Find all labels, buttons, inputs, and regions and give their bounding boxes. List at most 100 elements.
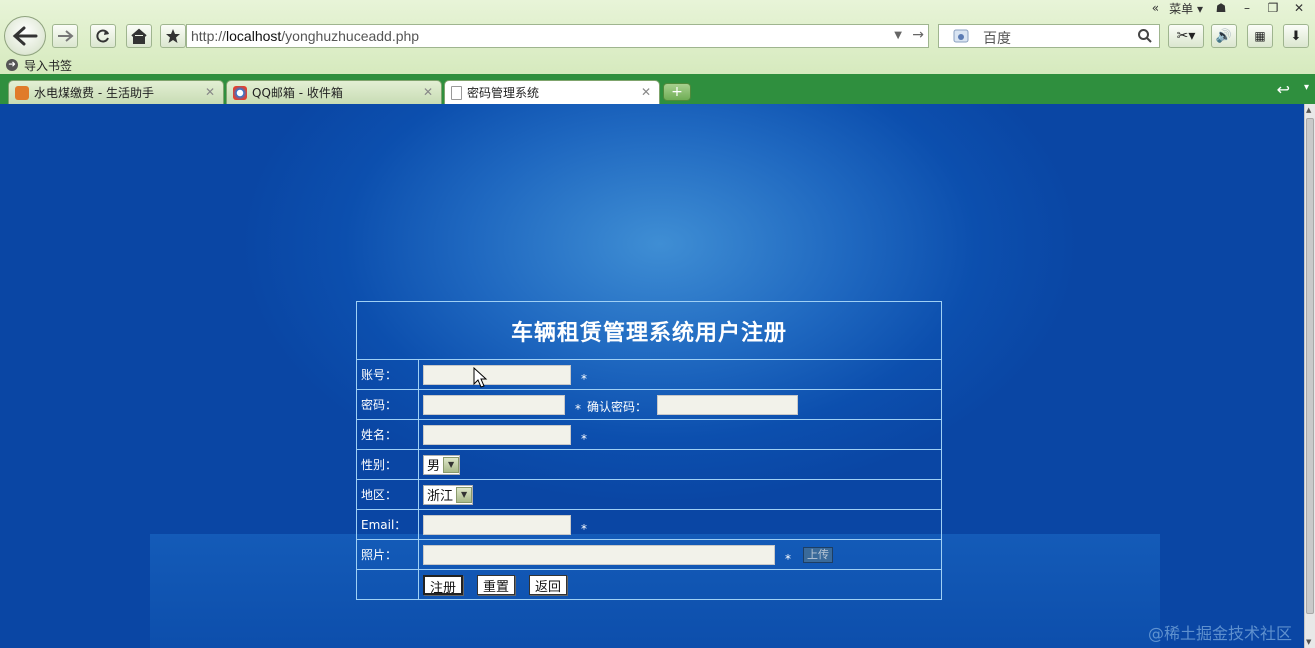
- menu-button[interactable]: 菜单 ▾: [1169, 0, 1203, 17]
- region-row: 浙江 ▼: [418, 479, 942, 510]
- confirm-password-input[interactable]: [657, 394, 799, 415]
- name-input[interactable]: [423, 424, 571, 445]
- region-value: 浙江: [427, 489, 454, 504]
- close-window-icon[interactable]: ✕: [1291, 1, 1307, 15]
- gender-value: 男: [427, 459, 441, 474]
- email-label: Email：: [356, 509, 419, 540]
- gender-label: 性别：: [356, 449, 419, 480]
- account-row: *: [418, 359, 942, 390]
- required-mark: *: [581, 431, 587, 446]
- scroll-thumb[interactable]: [1306, 118, 1314, 614]
- restore-icon[interactable]: ❐: [1265, 1, 1281, 15]
- back-form-button[interactable]: 返回: [529, 574, 568, 595]
- confirm-password-label: 确认密码：: [587, 400, 648, 414]
- url-host: localhost: [226, 28, 282, 44]
- home-button[interactable]: [126, 24, 152, 48]
- tab-utility-payment[interactable]: 水电煤缴费 - 生活助手 ✕: [8, 80, 224, 104]
- undo-close-tab-icon[interactable]: ↩: [1277, 80, 1290, 99]
- actions-label-cell: [356, 569, 419, 600]
- address-dropdown-icon[interactable]: ▼: [894, 30, 902, 41]
- back-arrow-icon: [12, 26, 38, 46]
- photo-label: 照片：: [356, 539, 419, 570]
- gender-row: 男 ▼: [418, 449, 942, 480]
- mouse-cursor-icon: [473, 367, 488, 388]
- watermark-text: @稀土掘金技术社区: [1148, 624, 1293, 643]
- url-prefix: http://: [191, 28, 227, 44]
- tab-label: 密码管理系统: [467, 86, 540, 100]
- favorite-button[interactable]: [160, 24, 186, 48]
- password-input[interactable]: [423, 394, 565, 415]
- star-icon: [166, 29, 180, 43]
- new-tab-button[interactable]: +: [663, 83, 691, 101]
- search-bar[interactable]: 百度: [938, 24, 1160, 48]
- refresh-icon: [96, 29, 109, 43]
- tab-password-manager[interactable]: 密码管理系统 ✕: [444, 80, 660, 104]
- photo-row: * 上传: [418, 539, 942, 570]
- photo-input[interactable]: [423, 544, 775, 565]
- chevron-down-icon[interactable]: ▼: [456, 486, 473, 503]
- screenshot-button[interactable]: ✂▾: [1168, 24, 1204, 48]
- tabstrip-controls: ↩ ▾: [1277, 80, 1309, 99]
- payment-favicon: [15, 85, 29, 100]
- import-bookmarks-link[interactable]: 导入书签: [24, 57, 72, 74]
- scroll-up-icon[interactable]: ▲: [1306, 106, 1311, 114]
- account-input[interactable]: [423, 364, 571, 385]
- refresh-button[interactable]: [90, 24, 116, 48]
- address-bar[interactable]: http://localhost/yonghuzhuceadd.php ▼ →: [186, 24, 929, 48]
- tab-qq-mail[interactable]: QQ邮箱 - 收件箱 ✕: [226, 80, 442, 104]
- menu-label: 菜单: [1169, 1, 1194, 16]
- forward-button[interactable]: [52, 24, 78, 48]
- required-mark: *: [785, 551, 791, 566]
- title-controls: « 菜单 ▾ ☗ – ❐ ✕: [1152, 0, 1307, 16]
- import-bookmarks-icon[interactable]: ➜: [6, 59, 18, 71]
- region-select[interactable]: 浙江 ▼: [423, 484, 474, 505]
- account-label: 账号：: [356, 359, 419, 390]
- password-row: * 确认密码：: [418, 389, 942, 420]
- browser-chrome: « 菜单 ▾ ☗ – ❐ ✕ http://localhost/yonghuzh…: [0, 0, 1315, 104]
- bookmarks-bar: ➜ 导入书签: [0, 56, 1315, 74]
- tools-icon: ▦: [1254, 29, 1266, 43]
- download-icon: ⬇: [1290, 28, 1302, 44]
- tab-label: QQ邮箱 - 收件箱: [252, 86, 343, 100]
- search-icon[interactable]: [1137, 28, 1153, 44]
- back-button[interactable]: [4, 16, 46, 56]
- tab-strip: 水电煤缴费 - 生活助手 ✕ QQ邮箱 - 收件箱 ✕ 密码管理系统 ✕ + ↩…: [0, 74, 1315, 104]
- go-icon[interactable]: →: [912, 27, 924, 43]
- actions-row: 注册 重置 返回: [418, 569, 942, 600]
- form-title: 车辆租赁管理系统用户注册: [356, 301, 942, 360]
- close-tab-icon[interactable]: ✕: [423, 85, 433, 99]
- baidu-paw-icon: [953, 29, 969, 43]
- tab-label: 水电煤缴费 - 生活助手: [34, 86, 154, 100]
- skin-icon[interactable]: ☗: [1213, 1, 1229, 15]
- vertical-scrollbar[interactable]: ▲ ▼: [1304, 104, 1315, 648]
- collapse-icon[interactable]: «: [1152, 1, 1159, 15]
- registration-form: 车辆租赁管理系统用户注册 账号： * 密码： * 确认密码： 姓名： * 性别：…: [356, 301, 942, 600]
- email-input[interactable]: [423, 514, 571, 535]
- region-label: 地区：: [356, 479, 419, 510]
- tools-button[interactable]: ▦: [1247, 24, 1273, 48]
- reset-button[interactable]: 重置: [477, 574, 516, 595]
- sound-button[interactable]: 🔊: [1211, 24, 1237, 48]
- close-tab-icon[interactable]: ✕: [641, 85, 651, 99]
- address-url: http://localhost/yonghuzhuceadd.php: [191, 28, 419, 44]
- gender-select[interactable]: 男 ▼: [423, 454, 461, 475]
- scroll-down-icon[interactable]: ▼: [1306, 638, 1311, 646]
- required-mark: *: [581, 371, 587, 386]
- required-mark: *: [581, 521, 587, 536]
- minimize-icon[interactable]: –: [1239, 1, 1255, 15]
- page-favicon: [451, 85, 462, 100]
- qq-mail-favicon: [233, 85, 247, 100]
- scissors-icon: ✂▾: [1176, 28, 1196, 44]
- forward-arrow-icon: [58, 30, 74, 42]
- name-label: 姓名：: [356, 419, 419, 450]
- url-path: /yonghuzhuceadd.php: [281, 28, 420, 44]
- upload-button[interactable]: 上传: [803, 546, 833, 563]
- tab-list-icon[interactable]: ▾: [1304, 80, 1309, 99]
- register-button[interactable]: 注册: [423, 574, 464, 596]
- chevron-down-icon[interactable]: ▼: [443, 456, 460, 473]
- download-button[interactable]: ⬇: [1283, 24, 1309, 48]
- speaker-icon: 🔊: [1215, 28, 1233, 44]
- close-tab-icon[interactable]: ✕: [205, 85, 215, 99]
- home-icon: [131, 28, 147, 44]
- password-label: 密码：: [356, 389, 419, 420]
